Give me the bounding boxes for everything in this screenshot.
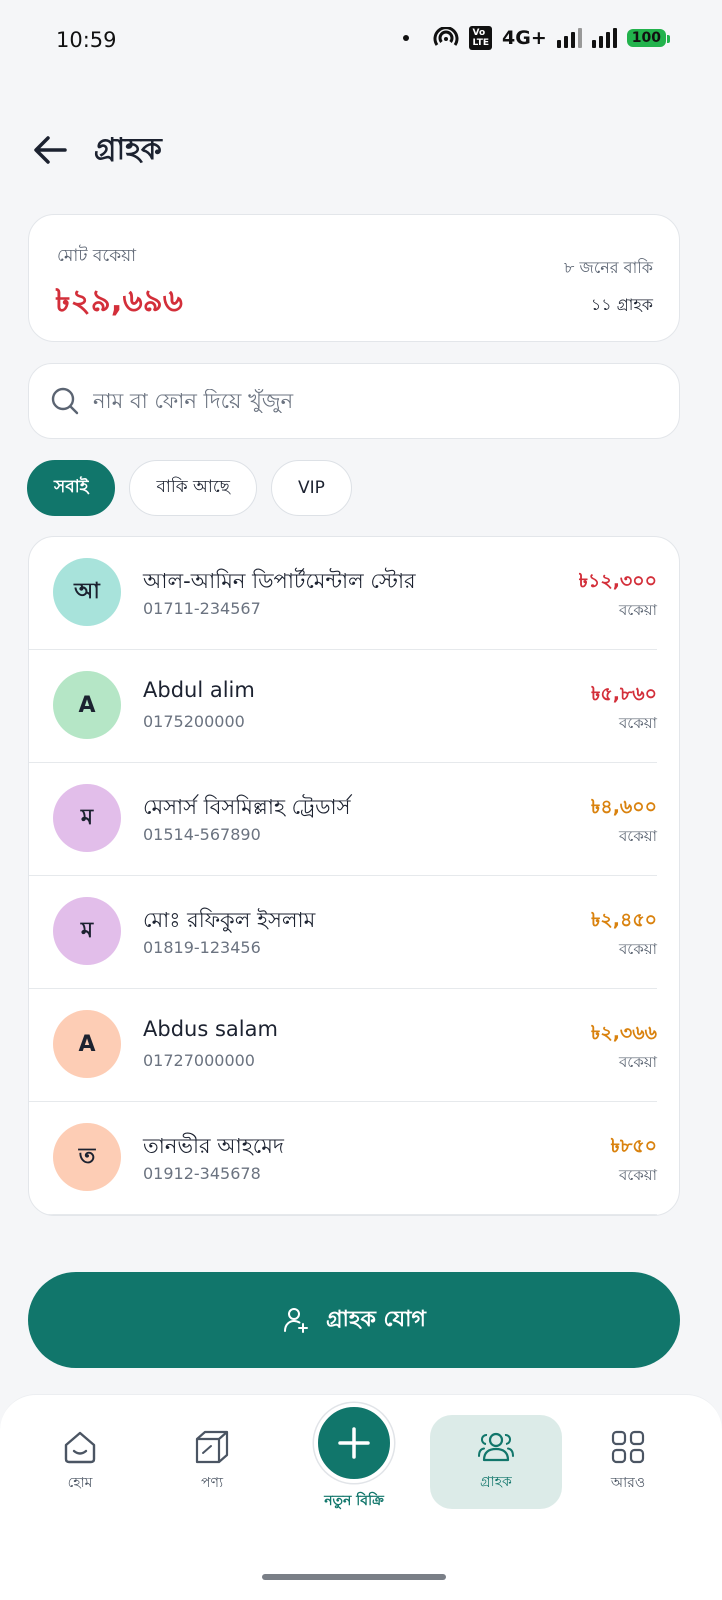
hotspot-icon xyxy=(434,27,459,46)
customer-row[interactable]: ত তানভীর আহমেদ 01912-345678 ৳৮৫০ বকেয়া xyxy=(29,1102,679,1215)
nav-customers-label: গ্রাহক xyxy=(480,1474,512,1490)
customer-phone: 01514-567890 xyxy=(143,825,261,844)
new-sale-label: নতুন বিক্রি xyxy=(324,1493,384,1509)
status-bar: 10:59 Vo LTE 4G+ 100 xyxy=(0,0,722,84)
customer-due-label: বকেয়া xyxy=(618,940,657,958)
avatar: ম xyxy=(53,784,121,852)
nav-more-label: আরও xyxy=(610,1475,646,1491)
avatar: A xyxy=(53,1010,121,1078)
filter-chip-all[interactable]: সবাই xyxy=(27,460,116,516)
customer-phone: 01912-345678 xyxy=(143,1164,261,1183)
search-bar[interactable] xyxy=(28,363,680,439)
customer-due-label: বকেয়া xyxy=(618,1166,657,1184)
summary-counts: ৮ জনের বাকি ১১ গ্রাহক xyxy=(564,255,653,319)
status-icons: Vo LTE 4G+ 100 xyxy=(403,26,671,50)
filter-chips: সবাই বাকি আছে VIP xyxy=(27,460,352,516)
search-input[interactable] xyxy=(93,389,653,413)
customer-due-amount: ৳২,৩৬৬ xyxy=(590,1022,657,1044)
arrow-left-icon xyxy=(34,136,67,164)
divider xyxy=(29,1213,657,1215)
signal-icon xyxy=(556,28,582,48)
customer-name: মোঃ রফিকুল ইসলাম xyxy=(143,908,316,932)
customer-due-amount: ৳১২,৩০০ xyxy=(578,570,657,592)
customer-row[interactable]: আ আল-আমিন ডিপার্টমেন্টাল স্টোর 01711-234… xyxy=(29,537,679,650)
grid-icon xyxy=(611,1430,645,1464)
customer-row[interactable]: ম মোঃ রফিকুল ইসলাম 01819-123456 ৳২,৪৫০ ব… xyxy=(29,876,679,989)
nav-customers[interactable]: গ্রাহক xyxy=(430,1415,562,1509)
nav-home-label: হোম xyxy=(67,1475,93,1491)
total-due-amount: ৳২৯,৬৯৬ xyxy=(55,283,183,319)
customer-due-amount: ৳২,৪৫০ xyxy=(590,909,657,931)
total-due-label: মোট বকেয়া xyxy=(57,246,137,266)
new-sale-button[interactable] xyxy=(314,1403,394,1483)
customer-row[interactable]: ম মেসার্স বিসমিল্লাহ ট্রেডার্স 01514-567… xyxy=(29,763,679,876)
box-icon xyxy=(195,1430,229,1464)
customer-phone: 01819-123456 xyxy=(143,938,261,957)
customer-due-amount: ৳৪,৬০০ xyxy=(590,796,657,818)
volte-icon: Vo LTE xyxy=(469,26,493,50)
customer-phone: 0175200000 xyxy=(143,712,245,731)
customer-phone: 01711-234567 xyxy=(143,599,261,618)
add-user-icon xyxy=(284,1308,309,1333)
home-indicator[interactable] xyxy=(262,1574,446,1580)
filter-chip-due[interactable]: বাকি আছে xyxy=(129,460,257,516)
users-icon xyxy=(478,1432,514,1462)
customer-name: তানভীর আহমেদ xyxy=(143,1134,284,1158)
notification-dot-icon xyxy=(403,35,410,41)
due-customer-count: ৮ জনের বাকি xyxy=(564,258,653,277)
search-icon xyxy=(51,387,79,415)
nav-products-label: পণ্য xyxy=(200,1475,224,1491)
customer-name: Abdul alim xyxy=(143,678,255,702)
avatar: ত xyxy=(53,1123,121,1191)
customer-name: Abdus salam xyxy=(143,1017,278,1041)
page-title: গ্রাহক xyxy=(94,131,162,167)
back-button[interactable] xyxy=(28,128,72,172)
customer-due-label: বকেয়া xyxy=(618,827,657,845)
plus-icon xyxy=(338,1427,370,1459)
customer-due-amount: ৳৫,৮৬০ xyxy=(590,683,657,705)
battery-icon: 100 xyxy=(626,29,671,47)
page-header: গ্রাহক xyxy=(28,120,162,180)
customer-due-label: বকেয়া xyxy=(618,714,657,732)
customer-name: আল-আমিন ডিপার্টমেন্টাল স্টোর xyxy=(143,569,416,593)
customer-phone: 01727000000 xyxy=(143,1051,255,1070)
due-summary-card: মোট বকেয়া ৳২৯,৬৯৬ ৮ জনের বাকি ১১ গ্রাহক xyxy=(28,214,680,342)
avatar: আ xyxy=(53,558,121,626)
home-icon xyxy=(64,1431,96,1464)
avatar: A xyxy=(53,671,121,739)
add-customer-button[interactable]: গ্রাহক যোগ xyxy=(28,1272,680,1368)
bottom-nav: হোম পণ্য নতুন বিক্রি গ্রাহক আরও xyxy=(0,1394,722,1600)
add-customer-label: গ্রাহক যোগ xyxy=(326,1306,426,1332)
nav-more[interactable]: আরও xyxy=(562,1415,694,1509)
signal-icon-2 xyxy=(591,28,617,48)
customer-row[interactable]: A Abdul alim 0175200000 ৳৫,৮৬০ বকেয়া xyxy=(29,650,679,763)
customer-due-label: বকেয়া xyxy=(618,601,657,619)
customer-list: আ আল-আমিন ডিপার্টমেন্টাল স্টোর 01711-234… xyxy=(28,536,680,1216)
customer-due-amount: ৳৮৫০ xyxy=(610,1135,657,1157)
network-type: 4G+ xyxy=(502,27,547,49)
customer-due-label: বকেয়া xyxy=(618,1053,657,1071)
status-time: 10:59 xyxy=(56,28,117,52)
filter-chip-vip[interactable]: VIP xyxy=(270,460,352,516)
customer-count: ১১ গ্রাহক xyxy=(590,295,653,314)
avatar: ম xyxy=(53,897,121,965)
nav-products[interactable]: পণ্য xyxy=(146,1415,278,1509)
nav-home[interactable]: হোম xyxy=(14,1415,146,1509)
customer-row[interactable]: A Abdus salam 01727000000 ৳২,৩৬৬ বকেয়া xyxy=(29,989,679,1102)
customer-name: মেসার্স বিসমিল্লাহ ট্রেডার্স xyxy=(143,795,351,819)
